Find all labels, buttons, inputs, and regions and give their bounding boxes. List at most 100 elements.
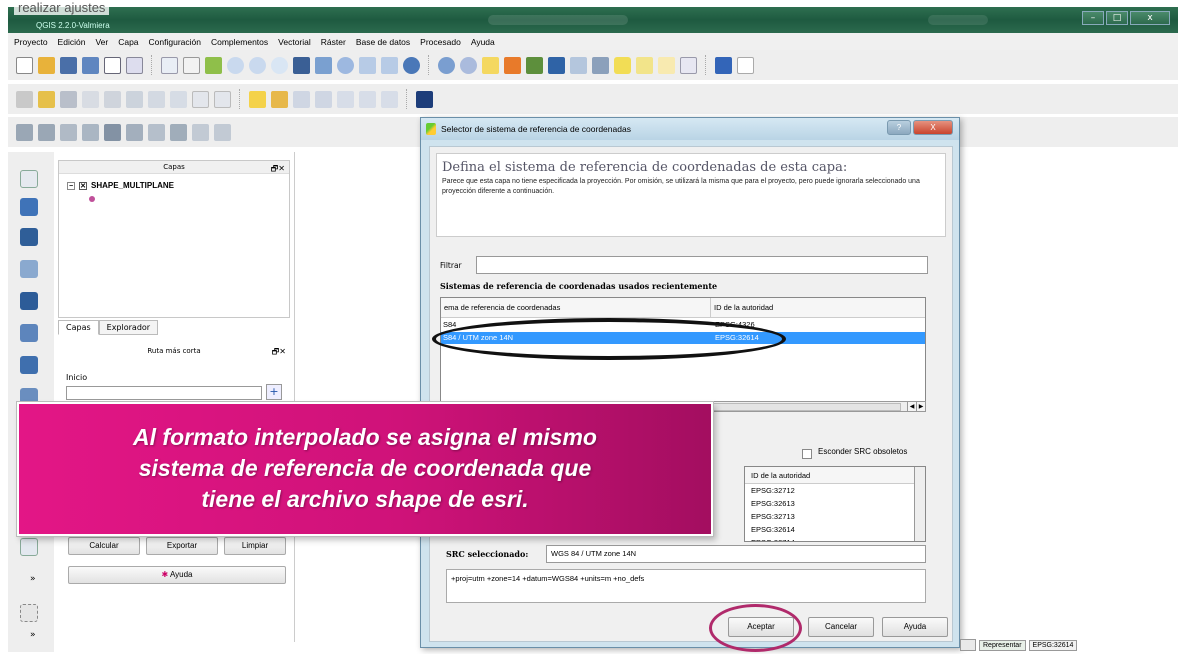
merge-features-icon[interactable] [214, 123, 231, 141]
cut-features-icon[interactable] [170, 90, 187, 108]
panel-float-close-icon[interactable]: 🗗✕ [271, 162, 285, 175]
help-contents-icon[interactable] [715, 56, 732, 74]
zoom-out-icon[interactable] [249, 56, 266, 74]
rotate-label-icon[interactable] [337, 90, 354, 108]
show-labels-icon[interactable] [293, 90, 310, 108]
route-panel-controls-icon[interactable]: 🗗✕ [272, 345, 286, 358]
save-edits-icon[interactable] [60, 90, 77, 108]
exportar-button[interactable]: Exportar [146, 537, 218, 555]
node-tool-icon[interactable] [126, 90, 143, 108]
expression-select-icon[interactable] [526, 56, 543, 74]
add-ring-icon[interactable] [38, 123, 55, 141]
hide-obsolete-checkbox[interactable] [802, 449, 812, 459]
dialog-close-button[interactable]: X [913, 120, 953, 135]
dialog-help-button[interactable]: ? [887, 120, 911, 135]
close-window-button[interactable]: x [1130, 11, 1170, 25]
new-print-composer-icon[interactable] [104, 56, 121, 74]
ayuda-route-button[interactable]: ✱ Ayuda [68, 566, 286, 584]
zoom-native-icon[interactable] [271, 56, 288, 74]
crs-status[interactable]: EPSG:32614 [1028, 639, 1078, 651]
add-vector-icon[interactable] [20, 170, 38, 188]
cancel-button[interactable]: Cancelar [808, 617, 874, 637]
world-row[interactable]: EPSG:32614 [745, 523, 925, 536]
menu-proyecto[interactable]: Proyecto [14, 37, 48, 47]
menu-complementos[interactable]: Complementos [211, 37, 268, 47]
composer-manager-icon[interactable] [126, 56, 143, 74]
new-project-icon[interactable] [16, 56, 33, 74]
identify-icon[interactable] [438, 56, 455, 74]
menu-base-de-datos[interactable]: Base de datos [356, 37, 410, 47]
add-raster-icon[interactable] [20, 198, 38, 216]
menu-ver[interactable]: Ver [95, 37, 108, 47]
stop-render-icon[interactable] [960, 639, 976, 651]
copy-features-icon[interactable] [192, 90, 209, 108]
zoom-selection-icon[interactable] [337, 56, 354, 74]
refresh-icon[interactable] [403, 56, 420, 74]
measure-icon[interactable] [592, 56, 609, 74]
world-row[interactable]: EPSG:32613 [745, 497, 925, 510]
pin-labels-icon[interactable] [271, 90, 288, 108]
menu-procesado[interactable]: Procesado [420, 37, 461, 47]
bookmark-icon[interactable] [636, 56, 653, 74]
split-features-icon[interactable] [192, 123, 209, 141]
expand-down-icon-2[interactable]: » [30, 630, 36, 640]
save-project-icon[interactable] [60, 56, 77, 74]
delete-selected-icon[interactable] [148, 90, 165, 108]
zoom-layer-icon[interactable] [315, 56, 332, 74]
column-header-crs[interactable]: ema de referencia de coordenadas [441, 298, 711, 318]
menu-configuracion[interactable]: Configuración [149, 37, 201, 47]
show-bookmarks-icon[interactable] [658, 56, 675, 74]
expand-down-icon[interactable]: » [30, 574, 36, 584]
menu-raster[interactable]: Ráster [321, 37, 346, 47]
menu-vectorial[interactable]: Vectorial [278, 37, 311, 47]
world-column-header[interactable]: ID de la autoridad [745, 467, 925, 484]
tab-capas[interactable]: Capas [58, 320, 99, 335]
menu-ayuda[interactable]: Ayuda [471, 37, 495, 47]
select-features-icon[interactable] [482, 56, 499, 74]
filter-input[interactable] [476, 256, 928, 274]
zoom-next-icon[interactable] [381, 56, 398, 74]
world-row[interactable]: EPSG:32713 [745, 510, 925, 523]
add-postgis-icon[interactable] [20, 228, 38, 246]
whats-this-icon[interactable] [737, 56, 754, 74]
label-tool-icon[interactable] [249, 90, 266, 108]
python-console-icon[interactable] [416, 90, 433, 108]
run-action-icon[interactable] [460, 56, 477, 74]
attribute-table-icon[interactable] [548, 56, 565, 74]
add-mssql-icon[interactable] [20, 292, 38, 310]
world-vertical-scrollbar[interactable] [914, 467, 925, 541]
paste-features-icon[interactable] [214, 90, 231, 108]
current-edits-icon[interactable] [16, 90, 33, 108]
text-annotation-icon[interactable] [680, 56, 697, 74]
column-header-authority[interactable]: ID de la autoridad [711, 298, 925, 318]
delete-part-icon[interactable] [126, 123, 143, 141]
add-wms-icon[interactable] [20, 324, 38, 342]
calcular-button[interactable]: Calcular [68, 537, 140, 555]
simplify-icon[interactable] [16, 123, 33, 141]
pan-hand-icon[interactable] [183, 56, 200, 74]
open-project-icon[interactable] [38, 56, 55, 74]
move-label-icon[interactable] [315, 90, 332, 108]
world-row[interactable]: EPSG:32714 [745, 536, 925, 541]
help-button[interactable]: Ayuda [882, 617, 948, 637]
add-wcs-icon[interactable] [20, 356, 38, 374]
offset-curve-icon[interactable] [170, 123, 187, 141]
save-as-icon[interactable] [82, 56, 99, 74]
new-shapefile-icon[interactable] [20, 538, 38, 556]
pan-to-selection-icon[interactable] [205, 56, 222, 74]
limpiar-button[interactable]: Limpiar [224, 537, 286, 555]
highlight-pinned-icon[interactable] [381, 90, 398, 108]
toggle-editing-icon[interactable] [38, 90, 55, 108]
map-tips-icon[interactable] [614, 56, 631, 74]
maximize-button[interactable]: □ [1106, 11, 1128, 25]
inicio-input[interactable] [66, 386, 262, 400]
menu-edicion[interactable]: Edición [58, 37, 86, 47]
add-delimited-text-icon[interactable] [20, 604, 38, 622]
tab-explorador[interactable]: Explorador [98, 320, 159, 335]
statistics-icon[interactable] [570, 56, 587, 74]
layer-item[interactable]: − ✕ SHAPE_MULTIPLANE [67, 181, 174, 190]
reshape-icon[interactable] [148, 123, 165, 141]
zoom-full-icon[interactable] [293, 56, 310, 74]
zoom-in-icon[interactable] [227, 56, 244, 74]
select-pointer-icon[interactable] [161, 56, 178, 74]
